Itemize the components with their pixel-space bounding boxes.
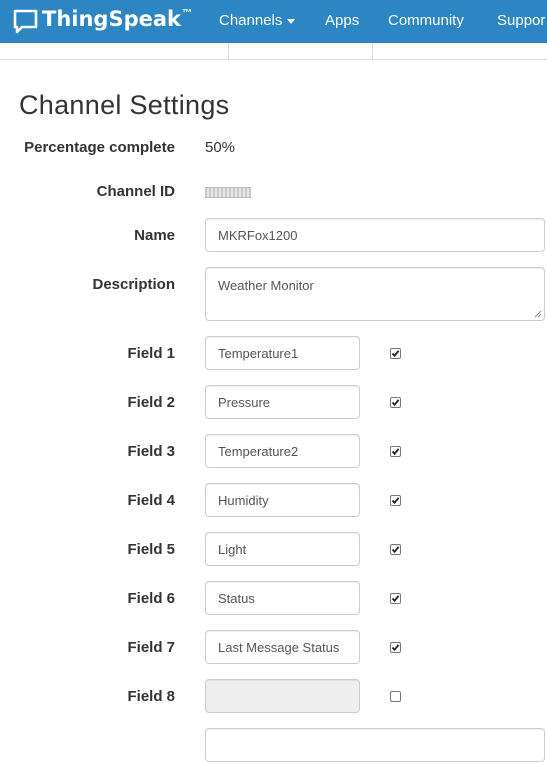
brand-logo[interactable]: ThingSpeak ™ xyxy=(12,6,192,34)
nav-community-label: Community xyxy=(388,12,464,29)
nav-support-label: Suppor xyxy=(497,12,546,29)
field-1-input[interactable]: Temperature1 xyxy=(205,336,360,370)
nav-support[interactable]: Suppor xyxy=(497,12,545,29)
field-7-input[interactable]: Last Message Status xyxy=(205,630,360,664)
field-2-label: Field 2 xyxy=(127,394,175,411)
field-7-label: Field 7 xyxy=(127,639,175,656)
field-4-value: Humidity xyxy=(218,492,269,508)
field-2-value: Pressure xyxy=(218,394,271,410)
resize-grip-icon[interactable] xyxy=(534,310,542,318)
field-8-input[interactable] xyxy=(205,679,360,713)
checkmark-icon xyxy=(391,448,400,456)
field-6-label: Field 6 xyxy=(127,590,175,607)
page-title: Channel Settings xyxy=(19,90,230,120)
nav-apps[interactable]: Apps xyxy=(325,12,359,29)
field-7-checkbox[interactable] xyxy=(390,642,401,653)
field-8-label: Field 8 xyxy=(127,688,175,705)
field-4-checkbox[interactable] xyxy=(390,495,401,506)
percentage-value: 50% xyxy=(205,139,236,156)
field-3-input[interactable]: Temperature2 xyxy=(205,434,360,468)
field-5-checkbox[interactable] xyxy=(390,544,401,555)
tab-channel-settings[interactable] xyxy=(228,43,373,59)
field-6-input[interactable]: Status xyxy=(205,581,360,615)
checkmark-icon xyxy=(391,595,400,603)
field-2-checkbox[interactable] xyxy=(390,397,401,408)
field-3-checkbox[interactable] xyxy=(390,446,401,457)
caret-down-icon xyxy=(287,18,296,24)
field-5-label: Field 5 xyxy=(127,541,175,558)
checkmark-icon xyxy=(391,399,400,407)
field-1-checkbox[interactable] xyxy=(390,348,401,359)
field-4-input[interactable]: Humidity xyxy=(205,483,360,517)
brand-name: ThingSpeak xyxy=(42,7,181,31)
field-6-checkbox[interactable] xyxy=(390,593,401,604)
checkmark-icon xyxy=(391,497,400,505)
field-1-value: Temperature1 xyxy=(218,345,299,361)
description-value: Weather Monitor xyxy=(218,278,314,293)
name-input[interactable]: MKRFox1200 xyxy=(205,218,545,252)
description-label: Description xyxy=(92,276,175,293)
field-7-value: Last Message Status xyxy=(218,639,340,655)
channel-id-redacted xyxy=(205,187,251,198)
field-8-checkbox[interactable] xyxy=(390,691,401,702)
nav-channels[interactable]: Channels xyxy=(219,12,296,29)
checkmark-icon xyxy=(391,644,400,652)
nav-channels-label: Channels xyxy=(219,12,283,29)
field-5-value: Light xyxy=(218,541,247,557)
nav-apps-label: Apps xyxy=(325,12,360,29)
top-navbar: ThingSpeak ™ Channels Apps Community Sup… xyxy=(0,0,547,43)
percentage-label: Percentage complete xyxy=(24,139,175,156)
field-2-input[interactable]: Pressure xyxy=(205,385,360,419)
tabs-strip xyxy=(0,43,547,60)
field-5-input[interactable]: Light xyxy=(205,532,360,566)
checkmark-icon xyxy=(391,546,400,554)
brand-trademark: ™ xyxy=(182,8,192,19)
nav-community[interactable]: Community xyxy=(388,12,464,29)
channel-id-label: Channel ID xyxy=(96,183,175,200)
field-3-value: Temperature2 xyxy=(218,443,299,459)
description-textarea[interactable]: Weather Monitor xyxy=(205,267,545,321)
field-6-value: Status xyxy=(218,590,255,606)
field-1-label: Field 1 xyxy=(127,345,175,362)
chat-bubble-icon xyxy=(13,9,38,34)
field-3-label: Field 3 xyxy=(127,443,175,460)
next-field-input[interactable] xyxy=(205,728,545,762)
name-label: Name xyxy=(134,227,175,244)
name-input-value: MKRFox1200 xyxy=(218,227,298,243)
checkmark-icon xyxy=(391,350,400,358)
tabs-divider xyxy=(0,59,547,60)
field-4-label: Field 4 xyxy=(127,492,175,509)
